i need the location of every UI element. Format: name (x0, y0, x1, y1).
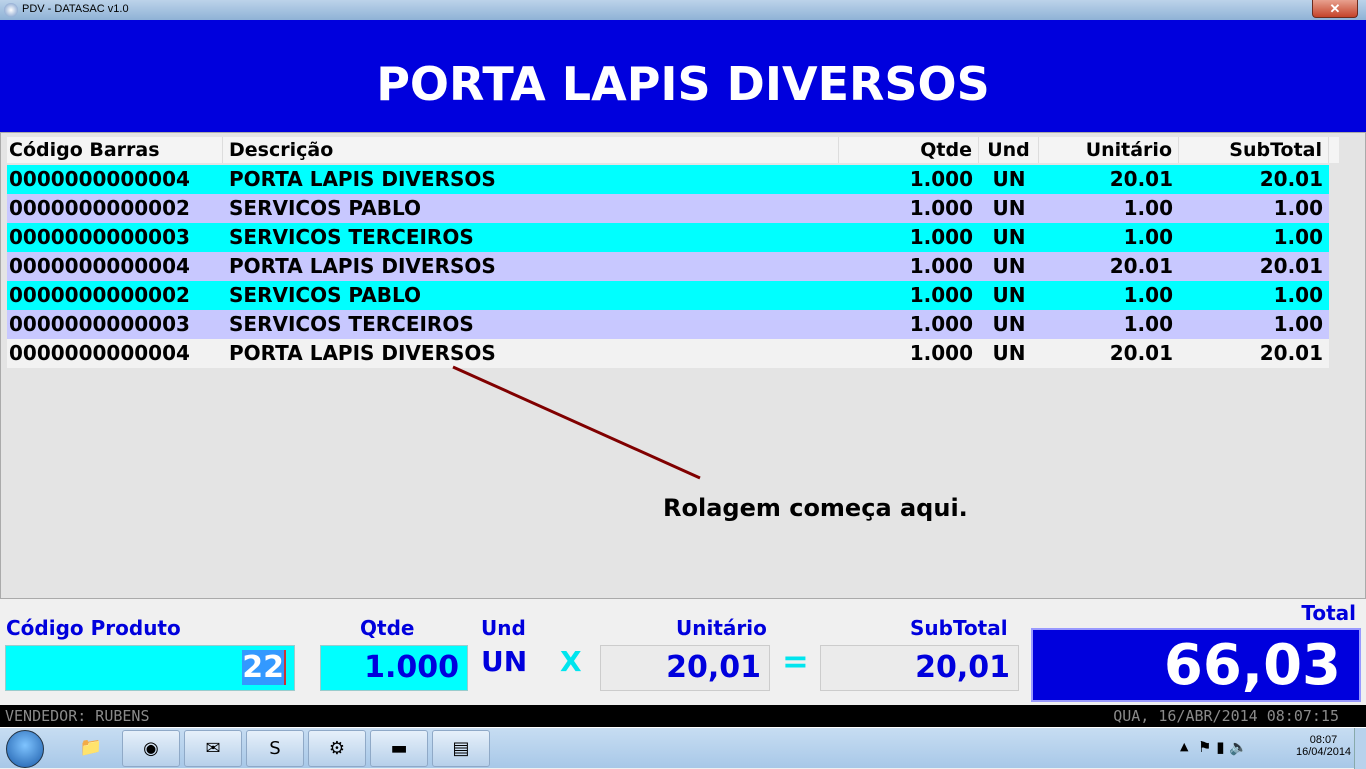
col-unitario[interactable]: Unitário (1039, 137, 1179, 163)
cell-codigo: 0000000000003 (9, 225, 190, 249)
cell-unitario: 1.00 (1123, 225, 1173, 249)
cell-subtotal: 20.01 (1259, 167, 1323, 191)
cell-subtotal: 20.01 (1259, 341, 1323, 365)
cell-descricao: PORTA LAPIS DIVERSOS (229, 167, 496, 191)
cmd-icon[interactable]: ▬ (370, 730, 428, 767)
close-button[interactable]: ✕ (1312, 0, 1358, 18)
total-label: Total (1301, 601, 1356, 625)
unitario-label: Unitário (676, 616, 767, 640)
cell-qtde: 1.000 (909, 254, 973, 278)
total-display: 66,03 (1031, 628, 1361, 702)
cell-unitario: 1.00 (1123, 196, 1173, 220)
cell-codigo: 0000000000002 (9, 283, 190, 307)
col-codigo[interactable]: Código Barras (9, 137, 223, 163)
col-descricao[interactable]: Descrição (229, 137, 839, 163)
unitario-field: 20,01 (600, 645, 770, 691)
cell-unitario: 20.01 (1109, 341, 1173, 365)
und-value: UN (481, 645, 528, 678)
cell-qtde: 1.000 (909, 196, 973, 220)
cell-und: UN (992, 312, 1026, 336)
table-row[interactable]: 0000000000003 SERVICOS TERCEIROS 1.000 UN 1.… (7, 310, 1329, 339)
cell-descricao: PORTA LAPIS DIVERSOS (229, 254, 496, 278)
app-icon (4, 3, 18, 17)
cell-codigo: 0000000000004 (9, 167, 190, 191)
cell-subtotal: 20.01 (1259, 254, 1323, 278)
table-row[interactable]: 0000000000003 SERVICOS TERCEIROS 1.000 UN 1.… (7, 223, 1329, 252)
cell-qtde: 1.000 (909, 283, 973, 307)
cell-subtotal: 1.00 (1273, 283, 1323, 307)
outlook-icon[interactable]: ✉ (184, 730, 242, 767)
table-row[interactable]: 0000000000002 SERVICOS PABLO 1.000 UN 1.00 1.… (7, 194, 1329, 223)
subtotal-field: 20,01 (820, 645, 1019, 691)
codigo-input[interactable]: 22 (5, 645, 295, 691)
qtde-label: Qtde (360, 616, 415, 640)
taskbar: 📁 ◉ ✉ S ⚙ ▬ ▤ ▲ ⚑ ▮ 🔈 08:07 16/04/2014 (0, 727, 1366, 769)
start-button[interactable] (6, 730, 44, 768)
cell-descricao: SERVICOS TERCEIROS (229, 225, 474, 249)
window-title: PDV - DATASAC v1.0 (22, 3, 129, 15)
skype-icon[interactable]: S (246, 730, 304, 767)
tools-icon[interactable]: ⚙ (308, 730, 366, 767)
cell-descricao: SERVICOS PABLO (229, 196, 422, 220)
cell-und: UN (992, 225, 1026, 249)
window-app-icon[interactable]: ▤ (432, 730, 490, 767)
cell-subtotal: 1.00 (1273, 312, 1323, 336)
cell-unitario: 1.00 (1123, 312, 1173, 336)
cell-und: UN (992, 283, 1026, 307)
col-qtde[interactable]: Qtde (839, 137, 979, 163)
cell-und: UN (992, 341, 1026, 365)
tray-expand-icon[interactable]: ▲ (1180, 740, 1188, 753)
cell-qtde: 1.000 (909, 341, 973, 365)
cell-unitario: 20.01 (1109, 254, 1173, 278)
cell-unitario: 20.01 (1109, 167, 1173, 191)
table-row[interactable]: 0000000000004 PORTA LAPIS DIVERSOS 1.000 UN… (7, 165, 1329, 194)
cell-codigo: 0000000000004 (9, 341, 190, 365)
times-sign: X (560, 645, 582, 678)
cell-und: UN (992, 254, 1026, 278)
cell-descricao: PORTA LAPIS DIVERSOS (229, 341, 496, 365)
table-row[interactable]: 0000000000004 PORTA LAPIS DIVERSOS 1.000 UN… (7, 252, 1329, 281)
chrome-icon[interactable]: ◉ (122, 730, 180, 767)
items-grid[interactable]: Código Barras Descrição Qtde Und Unitári… (0, 132, 1366, 599)
cell-und: UN (992, 167, 1026, 191)
status-bar: VENDEDOR: RUBENS QUA, 16/ABR/2014 08:07:… (0, 705, 1366, 727)
clock-time: 08:07 (1309, 734, 1338, 746)
col-und[interactable]: Und (979, 137, 1039, 163)
codigo-label: Código Produto (6, 616, 181, 640)
tray-icons[interactable]: ⚑ ▮ 🔈 (1198, 738, 1248, 756)
clock-date: 16/04/2014 (1296, 746, 1352, 758)
qtde-input[interactable]: 1.000 (320, 645, 468, 691)
cell-codigo: 0000000000004 (9, 254, 190, 278)
cell-qtde: 1.000 (909, 312, 973, 336)
table-row[interactable]: 0000000000004 PORTA LAPIS DIVERSOS 1.000 UN… (7, 339, 1329, 368)
cell-descricao: SERVICOS TERCEIROS (229, 312, 474, 336)
explorer-icon[interactable]: 📁 (62, 730, 120, 767)
cell-codigo: 0000000000002 (9, 196, 190, 220)
col-subtotal[interactable]: SubTotal (1179, 137, 1329, 163)
show-desktop-button[interactable] (1354, 728, 1366, 769)
cell-unitario: 1.00 (1123, 283, 1173, 307)
cell-subtotal: 1.00 (1273, 196, 1323, 220)
cell-qtde: 1.000 (909, 225, 973, 249)
equals-sign: = (782, 642, 809, 680)
datetime-text: QUA, 16/ABR/2014 08:07:15 (1113, 707, 1339, 725)
cell-codigo: 0000000000003 (9, 312, 190, 336)
table-row[interactable]: 0000000000002 SERVICOS PABLO 1.000 UN 1.00 1.… (7, 281, 1329, 310)
title-bar: PDV - DATASAC v1.0 ✕ (0, 0, 1366, 20)
annotation-text: Rolagem começa aqui. (663, 494, 968, 522)
grid-header: Código Barras Descrição Qtde Und Unitári… (7, 137, 1339, 163)
subtotal-label: SubTotal (910, 616, 1008, 640)
codigo-value: 22 (242, 650, 286, 685)
cell-descricao: SERVICOS PABLO (229, 283, 422, 307)
vendedor-text: VENDEDOR: RUBENS (5, 707, 150, 725)
tray-clock[interactable]: 08:07 16/04/2014 (1296, 734, 1351, 758)
und-label: Und (481, 616, 526, 640)
cell-qtde: 1.000 (909, 167, 973, 191)
cell-subtotal: 1.00 (1273, 225, 1323, 249)
cell-und: UN (992, 196, 1026, 220)
current-product-banner: PORTA LAPIS DIVERSOS (0, 20, 1366, 132)
